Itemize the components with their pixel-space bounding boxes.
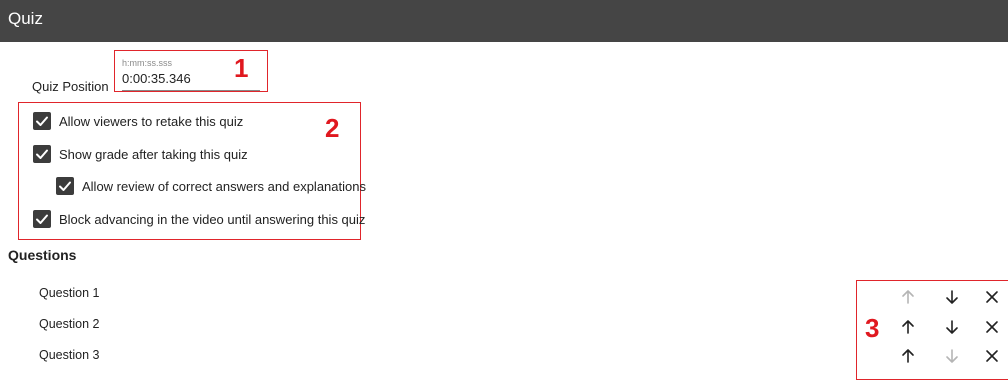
- quiz-header: Quiz: [0, 0, 1008, 42]
- close-icon[interactable]: [982, 317, 1002, 337]
- option-show-grade[interactable]: Show grade after taking this quiz: [33, 145, 248, 163]
- question-item-2[interactable]: Question 2: [39, 317, 99, 331]
- option-label: Allow review of correct answers and expl…: [82, 178, 366, 194]
- arrow-up-icon[interactable]: [898, 346, 918, 366]
- arrow-down-icon[interactable]: [942, 287, 962, 307]
- arrow-up-icon[interactable]: [898, 287, 918, 307]
- question-item-1[interactable]: Question 1: [39, 286, 99, 300]
- close-icon[interactable]: [982, 346, 1002, 366]
- checkmark-icon[interactable]: [56, 177, 74, 195]
- option-block-advancing[interactable]: Block advancing in the video until answe…: [33, 210, 365, 228]
- arrow-down-icon[interactable]: [942, 346, 962, 366]
- option-label: Show grade after taking this quiz: [59, 146, 248, 162]
- questions-heading: Questions: [8, 247, 77, 263]
- quiz-position-label: Quiz Position: [32, 79, 109, 94]
- header-title: Quiz: [8, 9, 43, 28]
- option-review-answers[interactable]: Allow review of correct answers and expl…: [56, 177, 366, 195]
- close-icon[interactable]: [982, 287, 1002, 307]
- arrow-up-icon[interactable]: [898, 317, 918, 337]
- option-label: Block advancing in the video until answe…: [59, 211, 366, 227]
- option-retake[interactable]: Allow viewers to retake this quiz: [33, 112, 243, 130]
- arrow-down-icon[interactable]: [942, 317, 962, 337]
- time-format-placeholder: h:mm:ss.sss: [122, 58, 173, 68]
- question-item-3[interactable]: Question 3: [39, 348, 99, 362]
- annotation-number-3: 3: [865, 313, 880, 343]
- annotation-number-2: 2: [325, 113, 340, 143]
- checkmark-icon[interactable]: [33, 112, 51, 130]
- checkmark-icon[interactable]: [33, 210, 51, 228]
- quiz-position-input[interactable]: h:mm:ss.sss 0:00:35.346: [122, 58, 260, 91]
- time-value[interactable]: 0:00:35.346: [122, 71, 260, 86]
- input-underline: [122, 90, 260, 91]
- checkmark-icon[interactable]: [33, 145, 51, 163]
- option-label: Allow viewers to retake this quiz: [59, 113, 244, 129]
